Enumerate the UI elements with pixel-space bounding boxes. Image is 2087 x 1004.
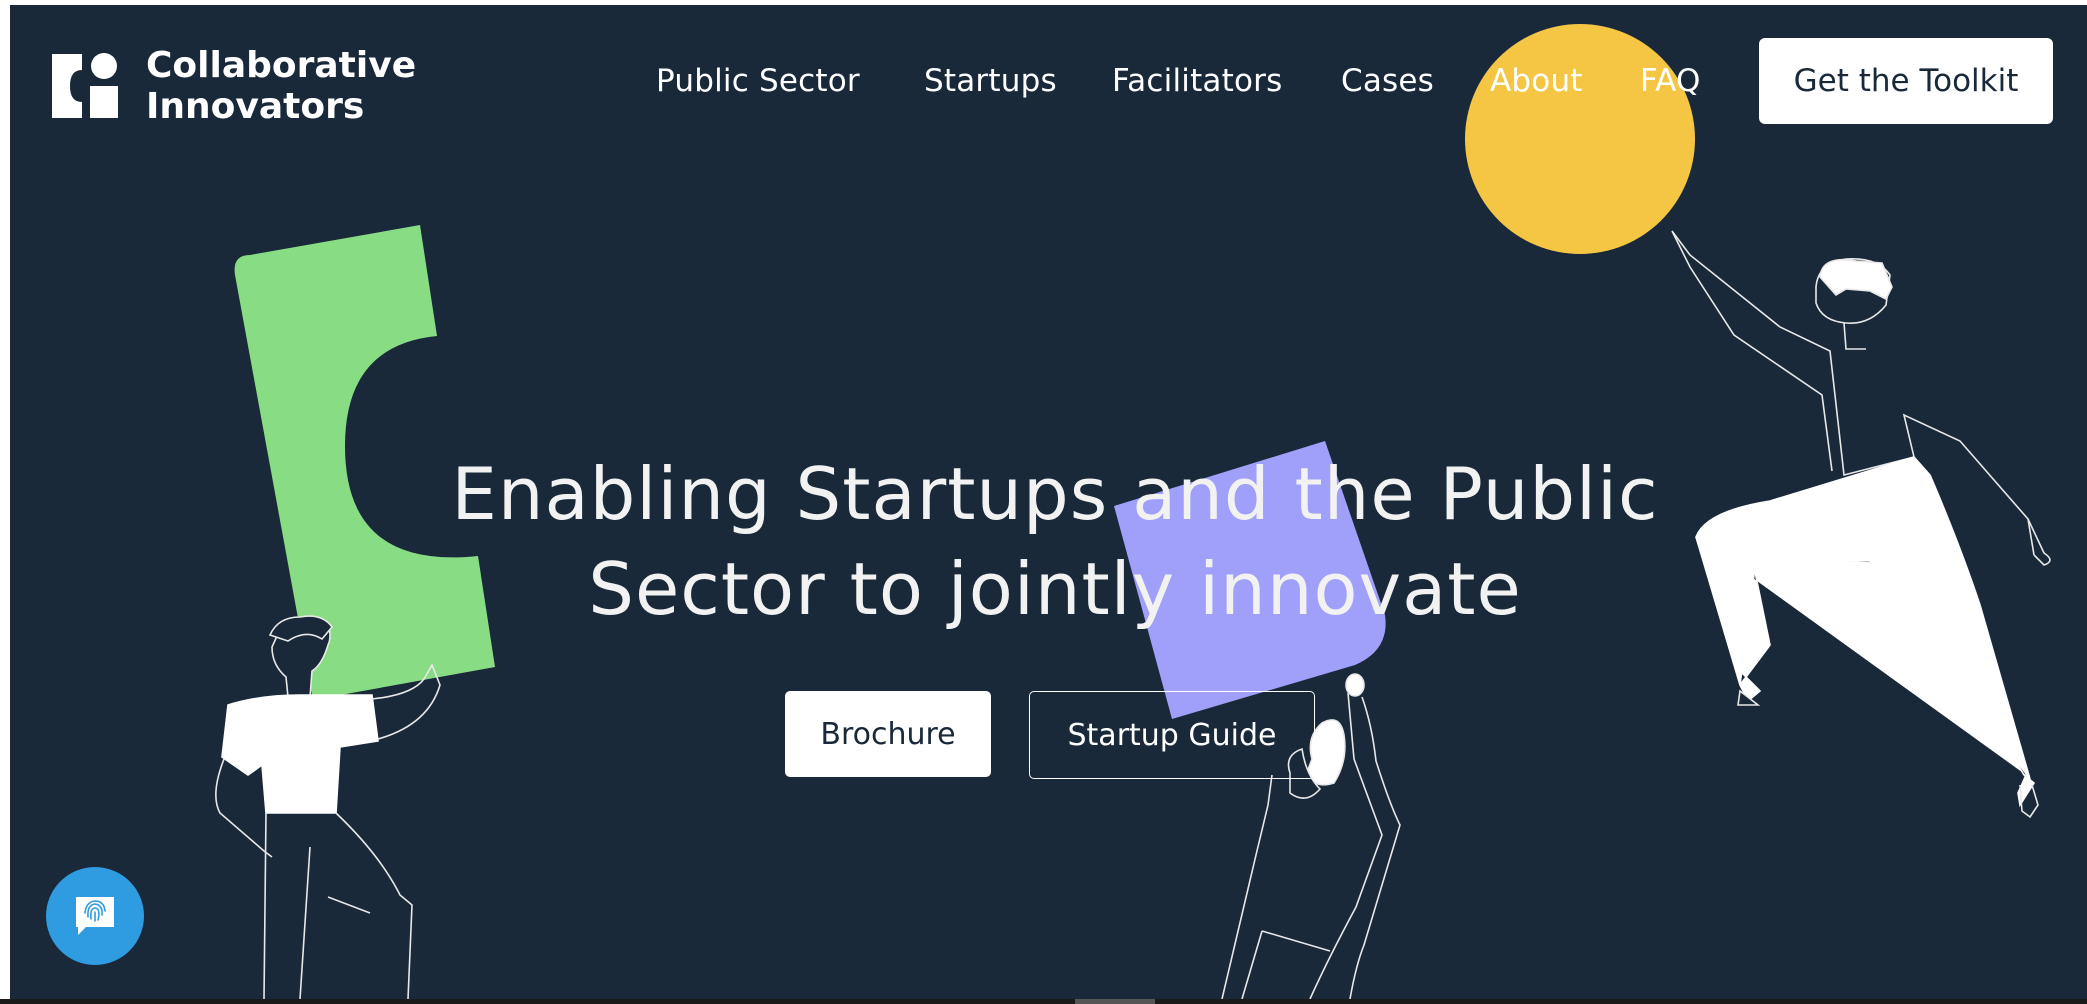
brand-name-line1: Collaborative xyxy=(146,45,417,86)
hero-title-line1: Enabling Startups and the Public xyxy=(451,452,1659,536)
ci-logo-icon xyxy=(52,53,118,118)
brand-name-line2: Innovators xyxy=(146,86,365,127)
scrollbar-horizontal[interactable] xyxy=(0,999,2087,1004)
hero-section: Collaborative Innovators Public Sector S… xyxy=(10,5,2087,999)
nav-public-sector[interactable]: Public Sector xyxy=(656,63,860,99)
brand-name: Collaborative Innovators xyxy=(146,45,416,127)
yellow-circle-shape xyxy=(1465,24,1695,254)
brand-logo[interactable]: Collaborative Innovators xyxy=(48,45,416,127)
nav-faq[interactable]: FAQ xyxy=(1640,63,1701,99)
nav-startups[interactable]: Startups xyxy=(924,63,1057,99)
brochure-button[interactable]: Brochure xyxy=(785,691,991,777)
startup-guide-button[interactable]: Startup Guide xyxy=(1029,691,1315,779)
hero-title: Enabling Startups and the Public Sector … xyxy=(370,447,1740,637)
nav-about[interactable]: About xyxy=(1490,63,1583,99)
chat-widget-button[interactable] xyxy=(46,867,144,965)
get-toolkit-button[interactable]: Get the Toolkit xyxy=(1759,38,2053,124)
hero-title-line2: Sector to jointly innovate xyxy=(588,547,1522,631)
nav-facilitators[interactable]: Facilitators xyxy=(1112,63,1282,99)
scrollbar-thumb[interactable] xyxy=(1075,999,1155,1004)
nav-cases[interactable]: Cases xyxy=(1341,63,1434,99)
fingerprint-chat-icon xyxy=(76,897,114,935)
